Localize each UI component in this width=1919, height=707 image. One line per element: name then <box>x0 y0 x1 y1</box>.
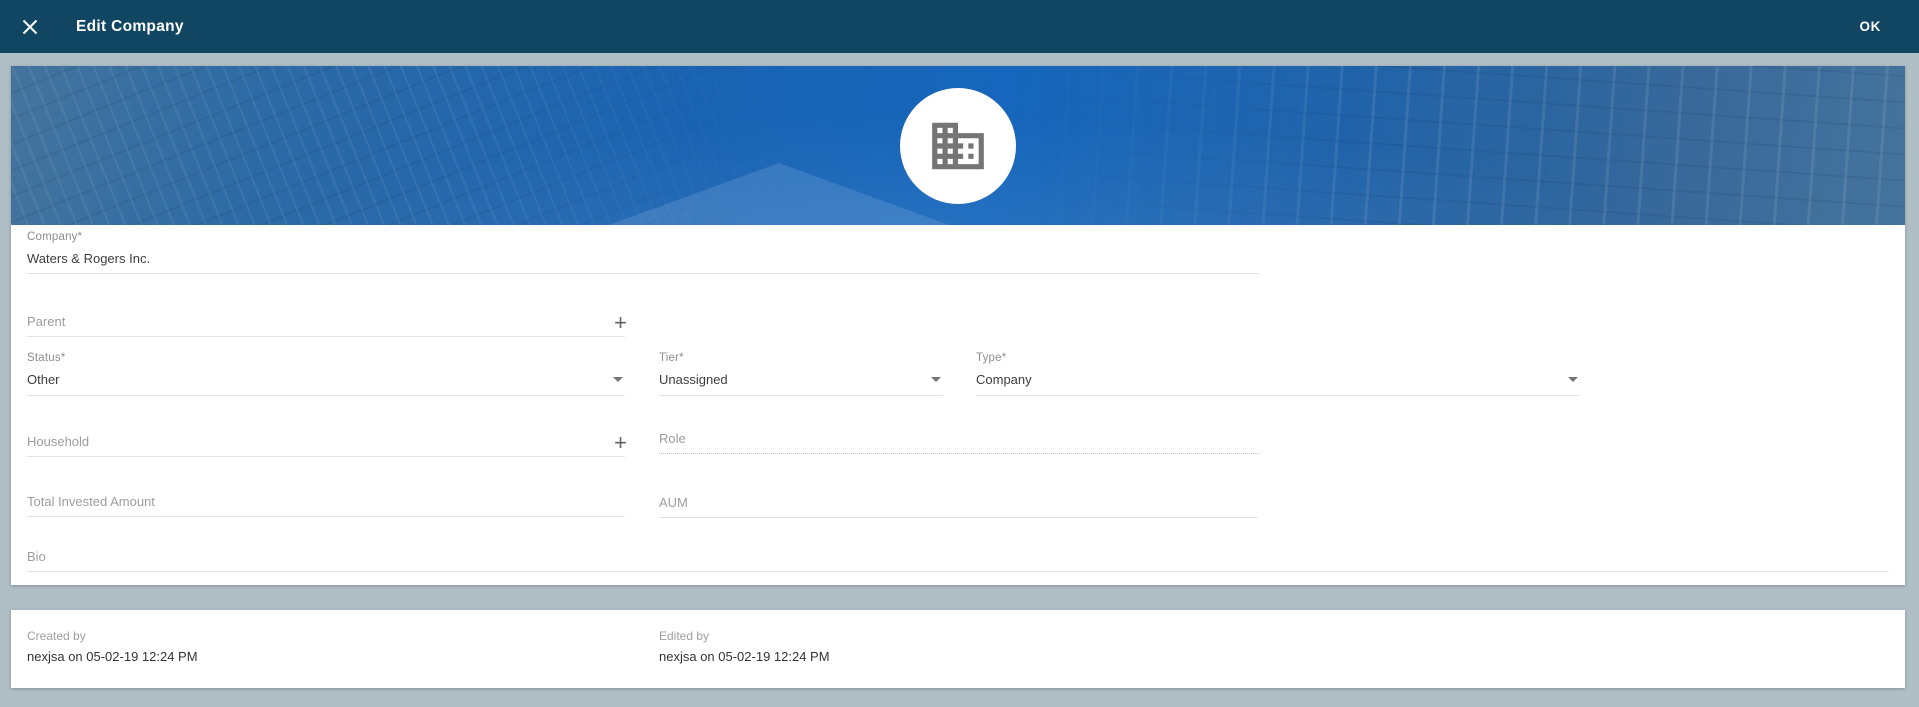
company-field: Company* <box>27 231 1259 274</box>
edited-by-label: Edited by <box>659 629 830 643</box>
chevron-down-icon <box>613 377 623 382</box>
company-label: Company* <box>27 231 1259 243</box>
add-parent-button[interactable]: + <box>612 312 629 334</box>
company-building-icon <box>927 115 989 177</box>
type-select[interactable]: Company <box>976 368 1580 396</box>
dialog-header: Edit Company OK <box>0 0 1919 53</box>
close-button[interactable] <box>10 7 50 47</box>
status-field: Status* Other <box>27 352 625 396</box>
parent-field: + <box>27 310 625 337</box>
aum-field <box>659 491 1258 518</box>
audit-panel: Created by nexjsa on 05-02-19 12:24 PM E… <box>11 610 1905 688</box>
total-invested-amount-field <box>27 490 625 517</box>
edited-by-value: nexjsa on 05-02-19 12:24 PM <box>659 649 830 664</box>
edited-by-block: Edited by nexjsa on 05-02-19 12:24 PM <box>659 629 830 664</box>
chevron-down-icon <box>1568 377 1578 382</box>
add-household-button[interactable]: + <box>612 432 629 454</box>
created-by-block: Created by nexjsa on 05-02-19 12:24 PM <box>27 629 198 664</box>
ok-button[interactable]: OK <box>1852 9 1889 44</box>
status-value: Other <box>27 372 60 387</box>
edit-company-dialog: Edit Company OK Company* + Stat <box>0 0 1919 707</box>
banner-building-texture-right <box>1034 66 1905 225</box>
tier-field: Tier* Unassigned <box>659 352 943 396</box>
tier-value: Unassigned <box>659 372 728 387</box>
plus-icon: + <box>614 310 627 335</box>
type-field: Type* Company <box>976 352 1580 396</box>
household-input[interactable] <box>27 430 625 457</box>
company-banner-image <box>11 66 1905 225</box>
created-by-label: Created by <box>27 629 198 643</box>
close-icon <box>22 19 38 35</box>
status-label: Status* <box>27 352 625 364</box>
banner-rooftop-silhouette <box>609 163 949 225</box>
created-by-value: nexjsa on 05-02-19 12:24 PM <box>27 649 198 664</box>
chevron-down-icon <box>931 377 941 382</box>
role-field <box>659 427 1258 454</box>
dialog-title: Edit Company <box>76 18 184 36</box>
tier-label: Tier* <box>659 352 943 364</box>
type-value: Company <box>976 372 1032 387</box>
bio-input[interactable] <box>27 545 1889 572</box>
status-select[interactable]: Other <box>27 368 625 396</box>
company-input[interactable] <box>27 247 1259 274</box>
parent-input[interactable] <box>27 310 625 337</box>
form-panel: Company* + Status* Other Tier* Unassigne… <box>11 66 1905 585</box>
bio-field <box>27 545 1889 572</box>
type-label: Type* <box>976 352 1580 364</box>
plus-icon: + <box>614 430 627 455</box>
tier-select[interactable]: Unassigned <box>659 368 943 396</box>
aum-input[interactable] <box>659 491 1258 518</box>
total-invested-amount-input[interactable] <box>27 490 625 517</box>
household-field: + <box>27 430 625 457</box>
company-avatar <box>900 88 1016 204</box>
role-input <box>659 427 1258 454</box>
